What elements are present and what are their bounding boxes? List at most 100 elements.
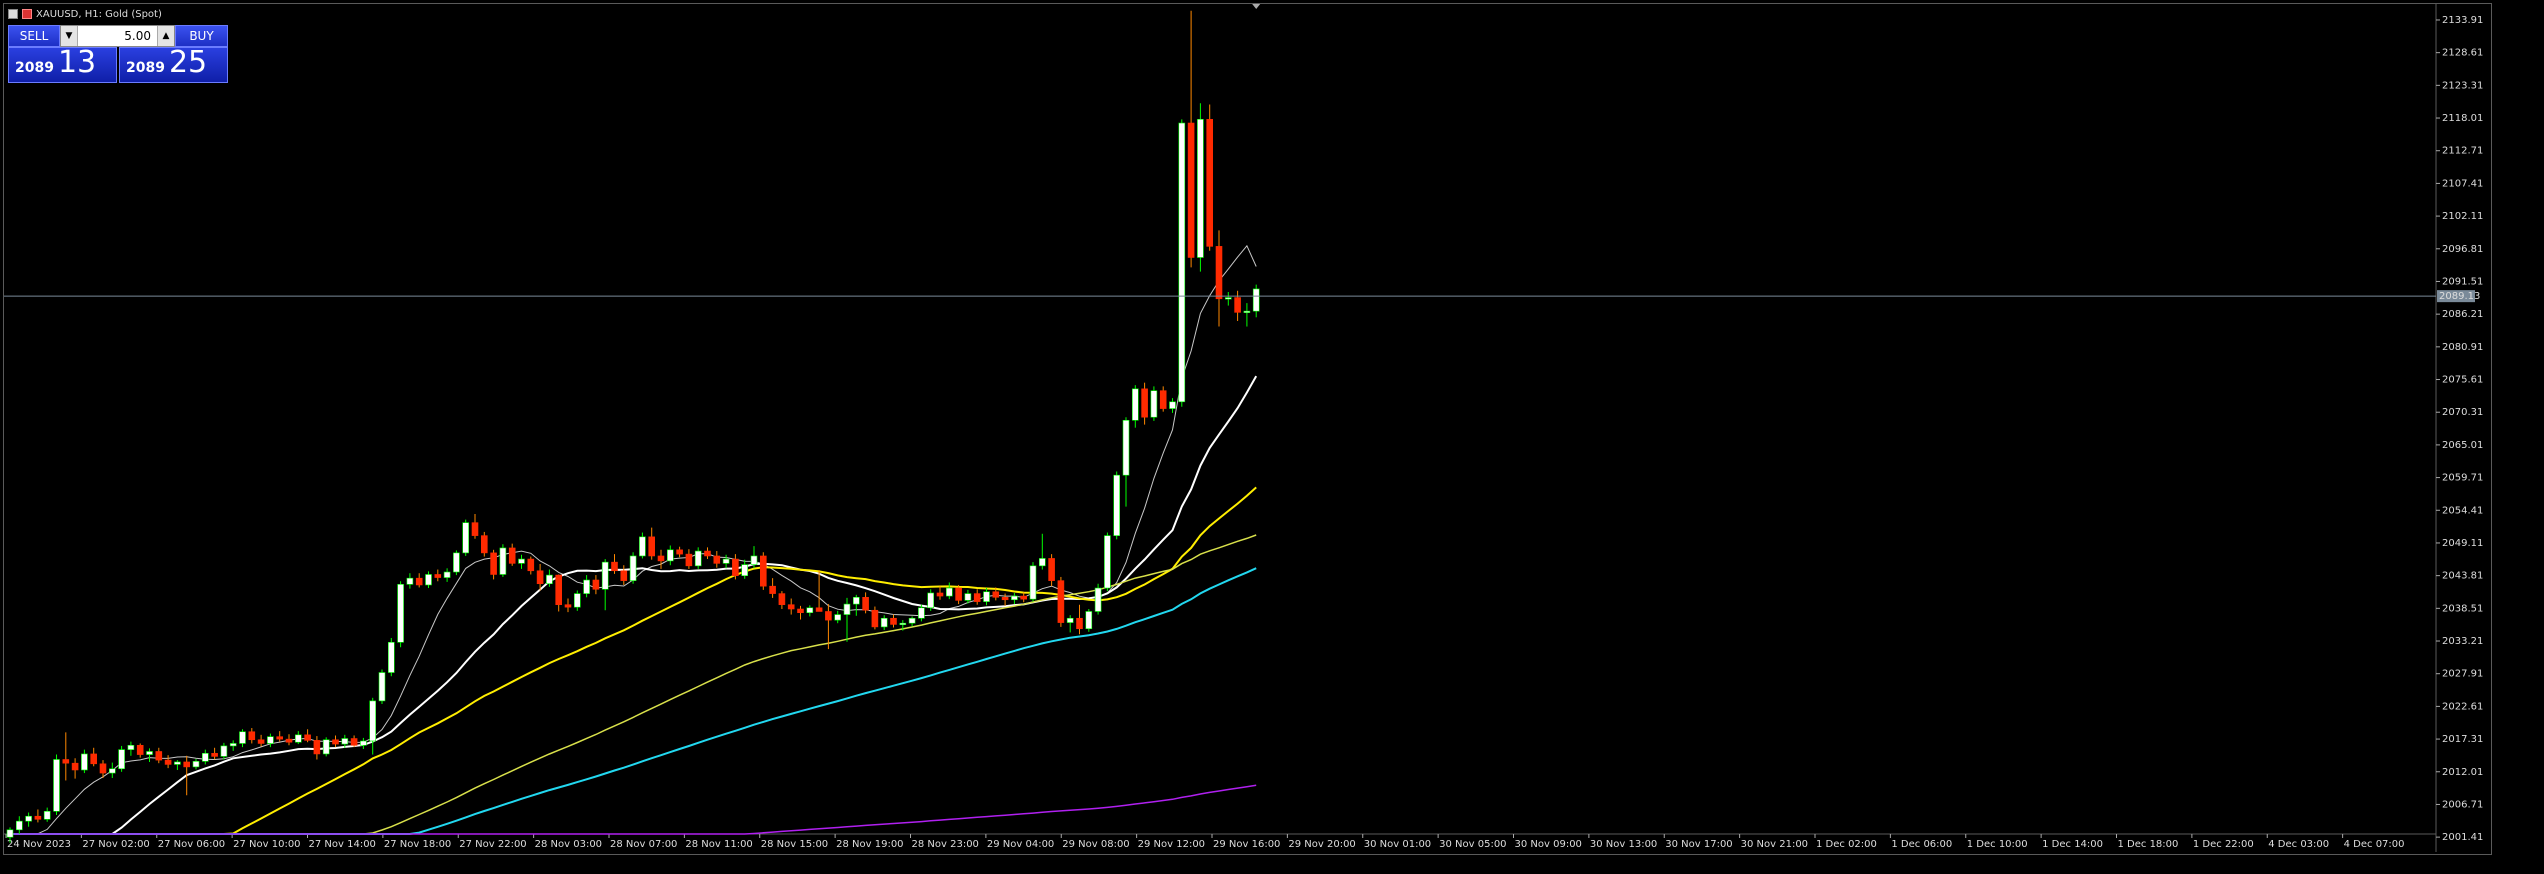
candle-body: [639, 536, 646, 557]
candle-body: [685, 553, 693, 567]
chart-area[interactable]: 2133.91 2128.61 2123.31 2118.01 2112.71 2107.…: [3, 3, 2492, 855]
time-tick-label: 28 Nov 07:00: [610, 839, 677, 850]
candle-body: [555, 574, 563, 605]
price-tick-label: 2006.71: [2442, 799, 2483, 810]
candle-body: [1215, 246, 1223, 300]
price-tick-label: 2096.81: [2442, 244, 2483, 255]
candle-body: [490, 552, 497, 575]
candle-body: [750, 555, 758, 565]
lot-size-value[interactable]: 5.00: [78, 29, 157, 43]
candle-body: [369, 700, 377, 742]
candle-body: [1020, 595, 1028, 600]
candle-body: [294, 734, 302, 743]
candle-body: [871, 609, 879, 628]
candle-body: [1122, 419, 1130, 476]
candle-body: [834, 614, 842, 621]
price-tick-label: 2102.11: [2442, 211, 2483, 222]
candle-body: [666, 549, 674, 562]
candlestick-chart[interactable]: 2133.91 2128.61 2123.31 2118.01 2112.71 2107.…: [4, 4, 2493, 856]
candle-body: [304, 734, 311, 741]
candle-body: [276, 736, 284, 740]
price-tick-label: 2049.11: [2442, 538, 2483, 549]
time-tick-label: 29 Nov 08:00: [1062, 839, 1129, 850]
time-tick-label: 29 Nov 12:00: [1138, 839, 1205, 850]
time-tick-label: 30 Nov 13:00: [1590, 839, 1657, 850]
candle-body: [1206, 119, 1213, 247]
price-tick-label: 2033.21: [2442, 636, 2483, 647]
candle-body: [592, 579, 600, 590]
moving-average-line-3: [10, 486, 1257, 835]
candle-body: [1132, 388, 1139, 421]
price-tick-label: 2080.91: [2442, 342, 2483, 353]
candle-body: [1159, 390, 1167, 409]
candle-body: [955, 587, 962, 601]
price-tick-label: 2123.31: [2442, 80, 2483, 91]
candle-body: [964, 593, 972, 601]
one-click-trading-panel: SELL ▼ 5.00 ▲ BUY 2089 13 2089 25: [8, 25, 228, 83]
sell-quote[interactable]: 2089 13: [8, 47, 117, 83]
lot-size-input[interactable]: ▼ 5.00 ▲: [60, 25, 175, 47]
candle-body: [387, 642, 395, 673]
time-tick-label: 28 Nov 23:00: [912, 839, 979, 850]
candle-body: [648, 536, 656, 557]
candle-body: [62, 759, 70, 764]
candle-body: [611, 561, 618, 572]
candle-body: [1243, 310, 1251, 313]
time-tick-label: 29 Nov 16:00: [1213, 839, 1280, 850]
candle-body: [322, 739, 330, 755]
price-tick-label: 2112.71: [2442, 146, 2483, 157]
time-tick-label: 4 Dec 03:00: [2268, 839, 2329, 850]
candle-body: [778, 593, 786, 605]
candle-body: [16, 820, 23, 831]
candle-body: [583, 579, 590, 594]
time-tick-label: 4 Dec 07:00: [2344, 839, 2405, 850]
time-tick-label: 27 Nov 02:00: [82, 839, 149, 850]
moving-average-line-1: [10, 244, 1257, 835]
price-tick-label: 2118.01: [2442, 113, 2483, 124]
candle-body: [6, 829, 14, 838]
moving-average-line-5: [10, 567, 1257, 835]
candle-body: [183, 761, 190, 768]
time-tick-label: 28 Nov 19:00: [836, 839, 903, 850]
buy-button[interactable]: BUY: [175, 25, 228, 47]
lot-increase-icon[interactable]: ▲: [157, 26, 174, 46]
chart-type-icon[interactable]: [22, 9, 32, 19]
candle-body: [332, 739, 339, 745]
price-tick-label: 2059.71: [2442, 473, 2483, 484]
candle-body: [815, 607, 823, 612]
candle-body: [1104, 535, 1111, 589]
candle-body: [360, 740, 367, 746]
candle-body: [759, 555, 767, 587]
sell-button[interactable]: SELL: [8, 25, 60, 47]
time-tick-label: 24 Nov 2023: [7, 839, 71, 850]
time-tick-label: 30 Nov 09:00: [1515, 839, 1582, 850]
candle-body: [620, 570, 628, 581]
time-tick-label: 27 Nov 10:00: [233, 839, 300, 850]
candle-body: [862, 596, 869, 611]
lot-decrease-icon[interactable]: ▼: [61, 26, 78, 46]
candle-body: [518, 558, 525, 564]
candle-body: [415, 577, 423, 586]
candle-body: [1029, 565, 1037, 600]
time-tick-label: 1 Dec 10:00: [1967, 839, 2028, 850]
time-tick-label: 1 Dec 22:00: [2193, 839, 2254, 850]
price-tick-label: 2091.51: [2442, 276, 2483, 287]
time-tick-label: 28 Nov 15:00: [761, 839, 828, 850]
candle-body: [53, 759, 60, 812]
time-tick-label: 1 Dec 14:00: [2042, 839, 2103, 850]
candle-body: [397, 584, 404, 643]
candle-body: [536, 570, 544, 585]
candle-body: [1085, 611, 1093, 630]
price-tick-label: 2075.61: [2442, 375, 2483, 386]
buy-quote[interactable]: 2089 25: [119, 47, 228, 83]
time-tick-label: 30 Nov 01:00: [1364, 839, 1431, 850]
candle-body: [99, 763, 107, 774]
candle-body: [564, 604, 572, 608]
time-tick-label: 30 Nov 21:00: [1741, 839, 1808, 850]
candle-body: [787, 604, 795, 610]
candle-body: [378, 672, 386, 702]
candle-body: [43, 810, 51, 820]
candle-body: [1113, 474, 1120, 536]
window-menu-icon[interactable]: [8, 9, 18, 19]
candle-body: [908, 617, 916, 624]
